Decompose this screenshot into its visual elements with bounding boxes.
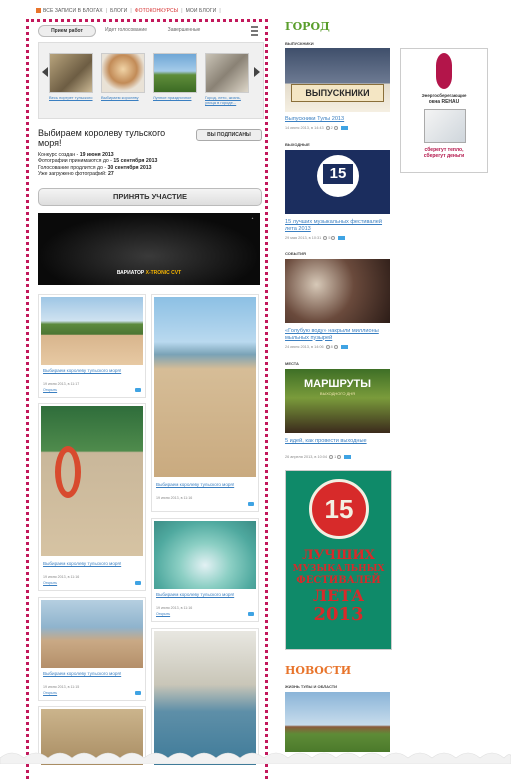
photo-card[interactable]: Выбираем королеву тульского моря! 19 июн… bbox=[38, 294, 146, 398]
photo-card[interactable] bbox=[151, 628, 259, 765]
festivals-poster[interactable]: 15 ЛУЧШИХ МУЗЫКАЛЬНЫХ ФЕСТИВАЛЕЙ ЛЕТА 20… bbox=[285, 470, 392, 650]
article-link[interactable]: Выпускники Тулы 2013 bbox=[285, 116, 390, 123]
comment-icon[interactable] bbox=[135, 691, 141, 695]
contest-tabs: Прием работ Идет голосование Завершенные bbox=[38, 25, 260, 37]
photo-card[interactable]: Выбираем королеву тульского моря! 19 июн… bbox=[151, 294, 259, 512]
subscribed-button[interactable]: ВЫ ПОДПИСАНЫ bbox=[196, 129, 262, 141]
news-image[interactable] bbox=[285, 692, 390, 752]
tab-voting[interactable]: Идет голосование bbox=[100, 25, 152, 35]
carousel-next-icon[interactable] bbox=[254, 67, 260, 77]
photo-count: 27 bbox=[107, 170, 114, 177]
vote-date: 30 сентября 2013 bbox=[107, 164, 152, 171]
carousel-item[interactable]: Весь портрет тульского bbox=[49, 53, 93, 100]
contest-carousel: Весь портрет тульского Выбираем королеву… bbox=[38, 42, 264, 119]
accept-date: 15 сентября 2013 bbox=[113, 158, 158, 165]
photo-card[interactable]: Выбираем королеву тульского моря! 19 июн… bbox=[151, 518, 259, 622]
rss-icon bbox=[36, 8, 41, 14]
city-heading[interactable]: ГОРОД bbox=[285, 20, 330, 33]
article-link[interactable]: 5 идей, как провести выходные bbox=[285, 438, 390, 445]
car-banner-ad[interactable]: ▲ ВАРИАТОР X-TRONIC CVT bbox=[38, 213, 260, 285]
bubbles-image[interactable] bbox=[285, 259, 390, 323]
category-label[interactable]: ЖИЗНЬ ТУЛЫ И ОБЛАСТИ bbox=[285, 684, 337, 689]
article-meta: 14 июня 2013, в 14:43 2 bbox=[285, 126, 348, 130]
join-contest-button[interactable]: ПРИНЯТЬ УЧАСТИЕ bbox=[38, 188, 262, 206]
ad-logo bbox=[436, 53, 452, 89]
contest-title: Выбираем королеву тульского моря! bbox=[38, 128, 166, 148]
carousel-item[interactable]: Лунное праздничное bbox=[153, 53, 197, 100]
photo-image[interactable] bbox=[154, 521, 256, 589]
carousel-item[interactable]: Выбираем королеву bbox=[101, 53, 145, 100]
photo-image[interactable] bbox=[41, 600, 143, 668]
routes-image[interactable]: МАРШРУТЫ ВЫХОДНОГО ДНЯ bbox=[285, 369, 390, 433]
window-image bbox=[424, 109, 466, 143]
graduates-image[interactable]: ВЫПУСКНИКИ bbox=[285, 48, 390, 112]
category-label[interactable]: ВЫХОДНЫЕ bbox=[285, 142, 310, 147]
comment-icon[interactable] bbox=[135, 581, 141, 585]
comment-icon[interactable] bbox=[248, 612, 254, 616]
rehau-ad[interactable]: Энергосберегающие окна REHAU сберегут те… bbox=[400, 48, 488, 173]
photo-card[interactable]: Выбираем королеву тульского моря! 19 июн… bbox=[38, 403, 146, 591]
nav-photo-contests[interactable]: ФОТОКОНКУРСЫ bbox=[135, 8, 178, 14]
menu-icon[interactable] bbox=[251, 26, 258, 36]
page: ВСЕ ЗАПИСИ В БЛОГАХ | БЛОГИ | ФОТОКОНКУРСЫ | М… bbox=[0, 0, 511, 779]
contest-info: Конкурс создан - 19 июня 2013 Фотографии… bbox=[38, 152, 158, 177]
tab-finished[interactable]: Завершенные bbox=[160, 25, 208, 35]
photo-image[interactable] bbox=[154, 631, 256, 765]
brand-logo: ▲ bbox=[251, 216, 254, 220]
photo-card[interactable]: Выбираем королеву тульского моря! 19 июн… bbox=[38, 597, 146, 701]
tab-accepting[interactable]: Прием работ bbox=[38, 25, 96, 37]
article-link[interactable]: «Голубую воду» накрыли миллионы мыльных … bbox=[285, 328, 390, 341]
carousel-item[interactable]: Город, лето, жизнь, улица в городе... bbox=[205, 53, 249, 105]
article-link[interactable]: 15 лучших музыкальных фестивалей лета 20… bbox=[285, 219, 390, 232]
category-label[interactable]: МЕСТА bbox=[285, 361, 299, 366]
category-label[interactable]: СОБЫТИЯ bbox=[285, 251, 306, 256]
comment-icon[interactable] bbox=[135, 388, 141, 392]
article-meta: 24 июня 2013, в 14:06 8 bbox=[285, 345, 348, 349]
nav-all-posts[interactable]: ВСЕ ЗАПИСИ В БЛОГАХ bbox=[43, 8, 103, 14]
photo-image[interactable] bbox=[41, 406, 143, 556]
news-heading[interactable]: НОВОСТИ bbox=[285, 664, 351, 677]
torn-edge-decoration bbox=[0, 752, 511, 764]
banner-text: ВАРИАТОР X-TRONIC CVT bbox=[116, 270, 182, 276]
photo-image[interactable] bbox=[41, 297, 143, 365]
nav-blogs[interactable]: БЛОГИ bbox=[110, 8, 127, 14]
festivals-image[interactable]: 15 bbox=[285, 150, 390, 214]
category-label[interactable]: ВЫПУСКНИКИ bbox=[285, 41, 314, 46]
carousel-prev-icon[interactable] bbox=[42, 67, 48, 77]
article-meta: 29 мая 2013, в 10:31 5 bbox=[285, 236, 346, 240]
nav-my-blogs[interactable]: МОИ БЛОГИ bbox=[186, 8, 217, 14]
article-meta: 26 апреля 2013, в 10:04 1 bbox=[285, 455, 352, 459]
photo-image[interactable] bbox=[154, 297, 256, 477]
comment-icon[interactable] bbox=[248, 502, 254, 506]
blog-nav: ВСЕ ЗАПИСИ В БЛОГАХ | БЛОГИ | ФОТОКОНКУРСЫ | М… bbox=[36, 8, 224, 14]
